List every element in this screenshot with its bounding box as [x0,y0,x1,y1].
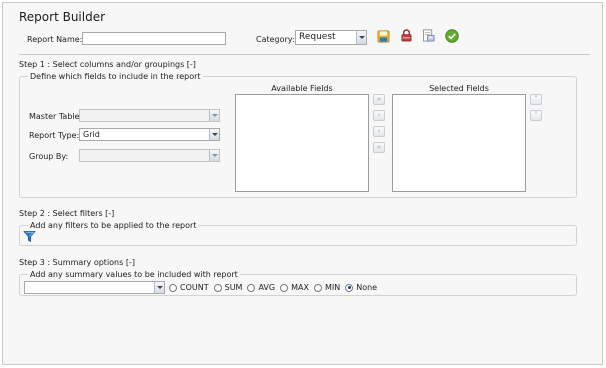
category-label: Category: [256,35,295,44]
radio-sum[interactable] [213,283,222,292]
run-checkmark-icon[interactable] [445,29,459,43]
report-type-label: Report Type: [29,131,80,140]
summary-option-min[interactable]: MIN [313,283,341,292]
group-by-label: Group By: [29,152,69,161]
chevron-down-icon[interactable] [209,150,219,161]
report-type-value: Grid [83,130,100,139]
chevron-down-icon[interactable] [209,110,219,121]
summary-field-select[interactable] [24,281,165,294]
summary-option-sum[interactable]: SUM [213,283,243,292]
summary-option-none-label: None [356,283,378,292]
radio-max[interactable] [280,283,289,292]
summary-option-count-label: COUNT [180,283,209,292]
summary-option-avg[interactable]: AVG [247,283,275,292]
available-fields-title: Available Fields [271,84,333,93]
selected-fields-title: Selected Fields [429,84,489,93]
filter-icon[interactable] [23,230,36,243]
move-right-button[interactable]: › [373,110,385,121]
report-name-input[interactable] [82,32,226,45]
summary-option-max[interactable]: MAX [280,283,309,292]
category-select[interactable]: Request [295,30,367,45]
summary-option-max-label: MAX [291,283,309,292]
lock-icon[interactable] [400,29,413,42]
master-table-select[interactable] [79,109,220,122]
summary-option-count[interactable]: COUNT [169,283,209,292]
report-type-select[interactable]: Grid [79,128,220,141]
radio-count[interactable] [169,283,177,292]
save-icon[interactable] [377,30,390,43]
move-all-left-button[interactable]: « [373,142,385,153]
category-select-value: Request [299,32,336,42]
header-divider [19,54,590,55]
move-left-button[interactable]: ‹ [373,126,385,137]
step1-header[interactable]: Step 1 : Select columns and/or groupings… [19,60,196,69]
report-name-label: Report Name: [27,35,83,44]
radio-avg[interactable] [247,283,256,292]
available-fields-list[interactable] [235,94,369,192]
step1-legend: Define which fields to include in the re… [28,72,203,81]
master-table-label: Master Table [29,112,80,121]
step2-header[interactable]: Step 2 : Select filters [-] [19,209,114,218]
summary-option-sum-label: SUM [224,283,243,292]
move-up-button[interactable]: ˄ [530,94,542,105]
summary-option-avg-label: AVG [258,283,276,292]
group-by-select[interactable] [79,149,220,162]
step3-legend: Add any summary values to be included wi… [28,270,240,279]
radio-none[interactable] [345,283,354,292]
move-down-button[interactable]: ˅ [530,110,542,121]
step3-header[interactable]: Step 3 : Summary options [-] [19,258,135,267]
move-all-right-button[interactable]: » [373,94,385,105]
summary-option-min-label: MIN [324,283,341,292]
step2-legend: Add any filters to be applied to the rep… [28,221,199,230]
chevron-down-icon[interactable] [209,129,219,140]
print-preview-icon[interactable] [422,29,435,42]
page-title: Report Builder [19,10,106,24]
chevron-down-icon[interactable] [356,31,366,44]
step2-fieldset: Add any filters to be applied to the rep… [19,221,577,246]
selected-fields-list[interactable] [392,94,526,192]
summary-options: COUNT SUM AVG MAX MIN None [169,283,382,292]
summary-option-none[interactable]: None [345,283,377,292]
chevron-down-icon[interactable] [154,282,164,293]
radio-min[interactable] [313,283,322,292]
